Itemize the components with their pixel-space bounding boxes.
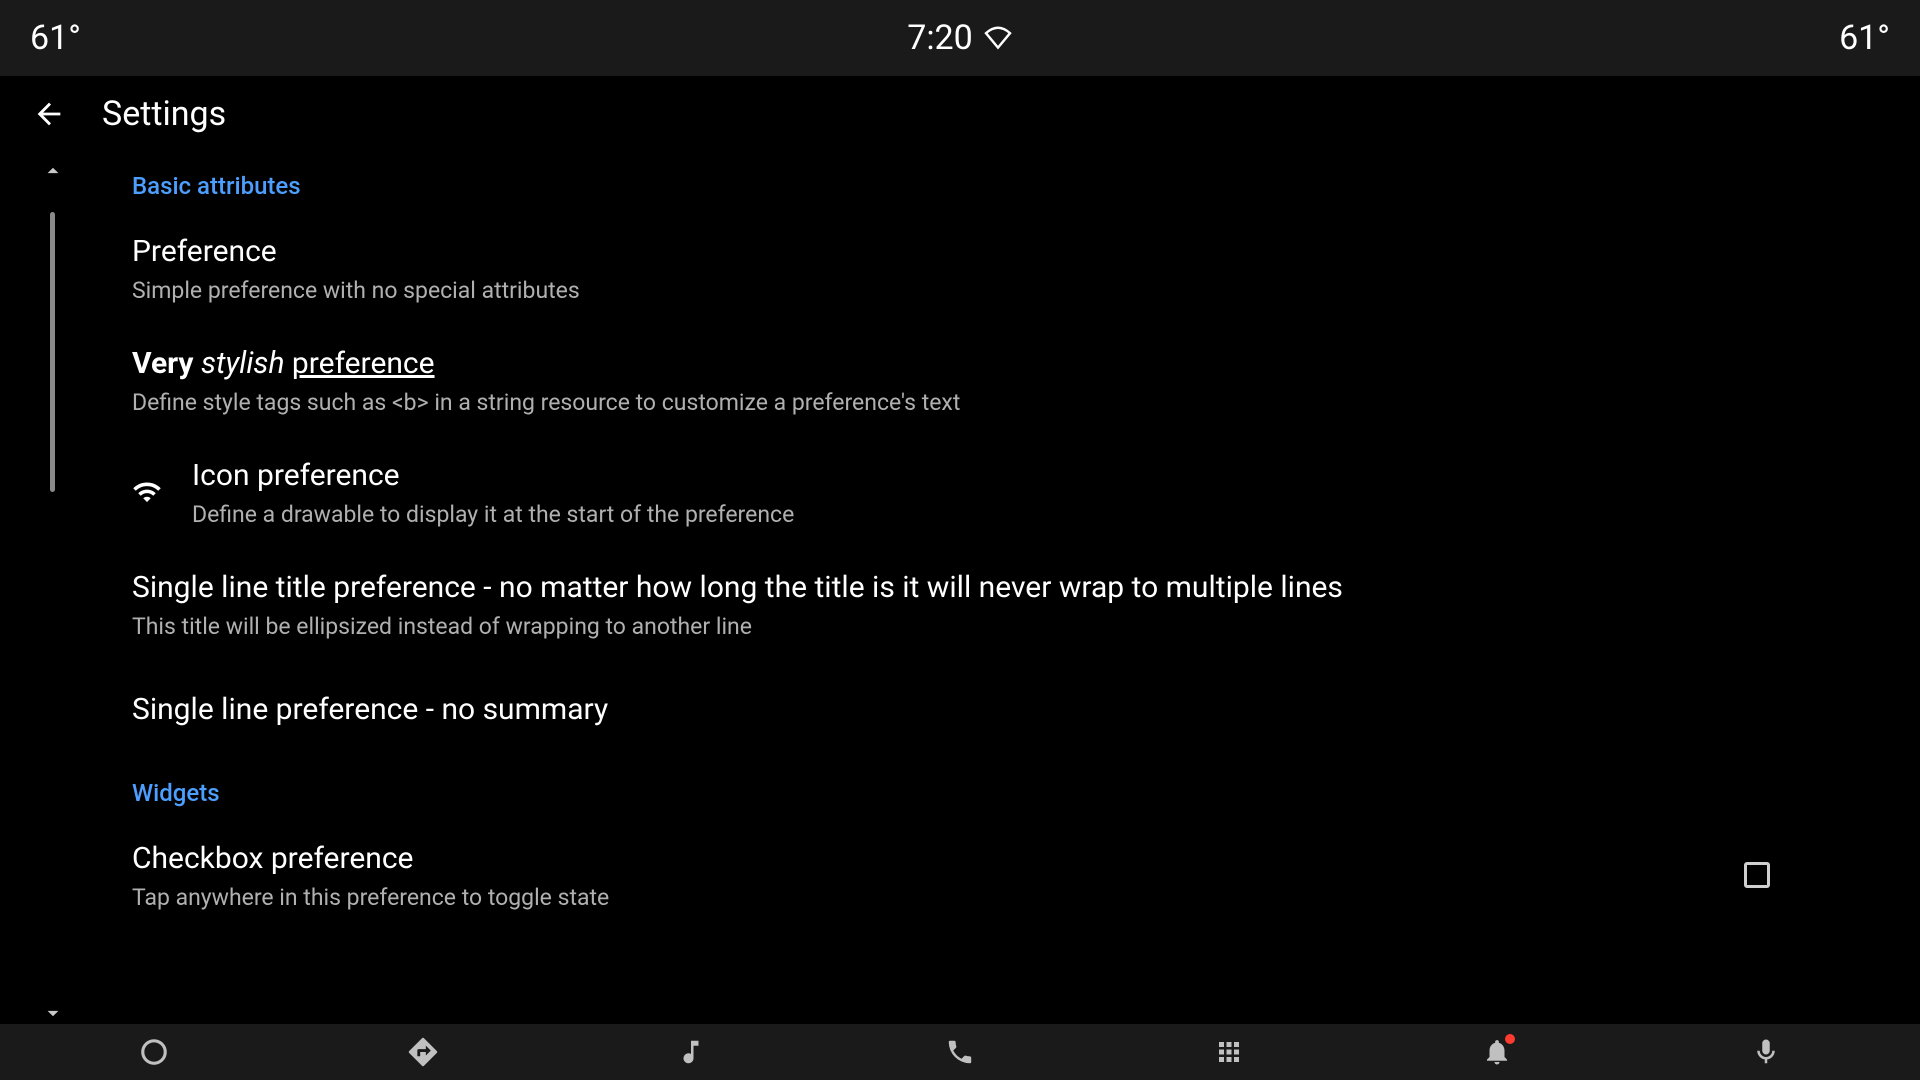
scroll-down-indicator[interactable] <box>40 1000 66 1026</box>
content-area: Basic attributes Preference Simple prefe… <box>0 152 1920 1024</box>
checkbox[interactable] <box>1744 862 1770 888</box>
pref-summary: Define a drawable to display it at the s… <box>192 501 1860 528</box>
pref-icon-slot <box>132 477 192 507</box>
pref-title: Single line title preference - no matter… <box>132 568 1860 607</box>
pref-singleline[interactable]: Single line title preference - no matter… <box>132 548 1860 660</box>
status-center: 7:20 <box>907 18 1013 58</box>
nav-notifications-button[interactable] <box>1467 1024 1527 1080</box>
pref-title: Icon preference <box>192 456 1860 495</box>
notification-dot-icon <box>1505 1034 1515 1044</box>
pref-nosummary[interactable]: Single line preference - no summary <box>132 660 1860 759</box>
pref-summary: Define style tags such as <b> in a strin… <box>132 389 1860 416</box>
wifi-icon <box>132 477 162 507</box>
scrollbar-thumb[interactable] <box>50 212 55 492</box>
nav-music-button[interactable] <box>661 1024 721 1080</box>
section-header-basic: Basic attributes <box>132 152 1860 212</box>
wifi-icon <box>983 26 1013 50</box>
app-bar: Settings <box>0 76 1920 152</box>
pref-title-bold: Very <box>132 346 194 381</box>
pref-summary: Tap anywhere in this preference to toggl… <box>132 884 1744 911</box>
pref-icon[interactable]: Icon preference Define a drawable to dis… <box>132 436 1860 548</box>
nav-phone-button[interactable] <box>930 1024 990 1080</box>
page-title: Settings <box>102 94 226 134</box>
pref-title: Checkbox preference <box>132 839 1744 878</box>
status-bar: 61° 7:20 61° <box>0 0 1920 76</box>
pref-stylish[interactable]: Very stylish preference Define style tag… <box>132 324 1860 436</box>
scroll-up-indicator[interactable] <box>40 158 66 184</box>
pref-summary: This title will be ellipsized instead of… <box>132 613 1860 640</box>
back-button[interactable] <box>32 97 66 131</box>
section-header-widgets: Widgets <box>132 759 1860 819</box>
pref-title-italic: stylish <box>201 346 285 381</box>
status-temp-left: 61° <box>30 18 81 58</box>
pref-title: Preference <box>132 232 1860 271</box>
status-time: 7:20 <box>907 18 973 58</box>
nav-assistant-button[interactable] <box>124 1024 184 1080</box>
pref-simple[interactable]: Preference Simple preference with no spe… <box>132 212 1860 324</box>
pref-title: Single line preference - no summary <box>132 690 1860 729</box>
pref-title: Very stylish preference <box>132 344 1860 383</box>
pref-summary: Simple preference with no special attrib… <box>132 277 1860 304</box>
pref-checkbox[interactable]: Checkbox preference Tap anywhere in this… <box>132 819 1860 931</box>
nav-apps-button[interactable] <box>1199 1024 1259 1080</box>
nav-bar <box>0 1024 1920 1080</box>
nav-directions-button[interactable] <box>393 1024 453 1080</box>
status-temp-right: 61° <box>1839 18 1890 58</box>
scrollbar[interactable] <box>50 212 55 1042</box>
nav-mic-button[interactable] <box>1736 1024 1796 1080</box>
pref-title-underline: preference <box>292 346 435 381</box>
